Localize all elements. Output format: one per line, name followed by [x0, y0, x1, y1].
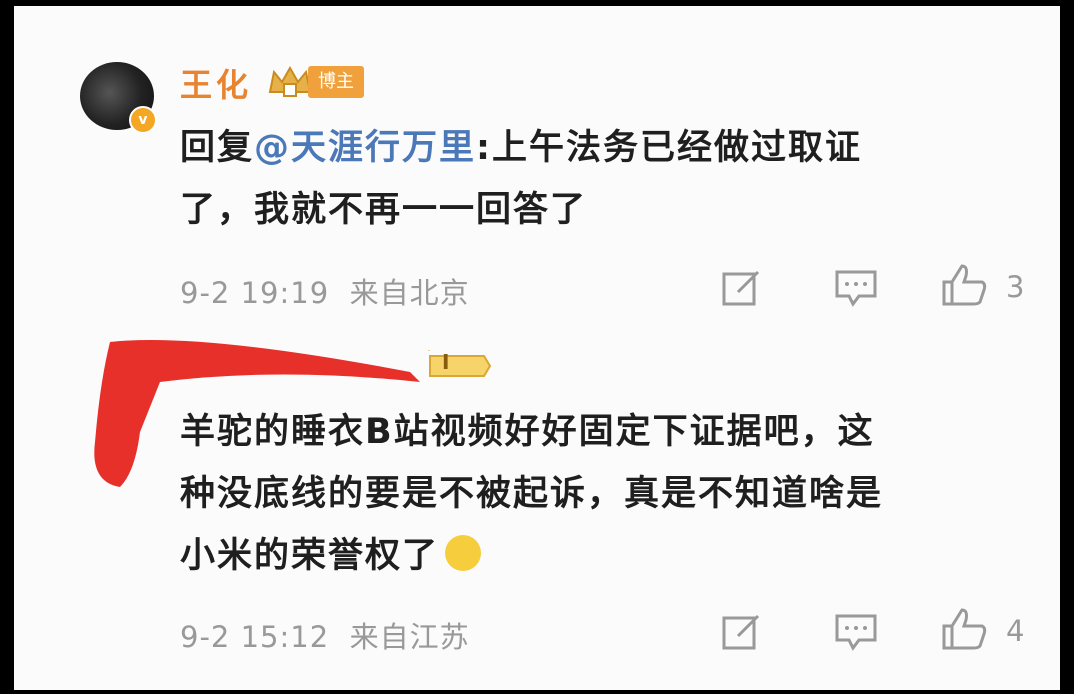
- like-count: 4: [1006, 614, 1025, 648]
- comment-icon[interactable]: [833, 612, 879, 652]
- comment-meta: 9-2 15:12 来自江苏: [180, 614, 470, 656]
- comment-text: :上午法务已经做过取证: [476, 128, 863, 168]
- edit-icon[interactable]: [720, 268, 764, 308]
- comment-text-line: 小米的荣誉权了: [180, 526, 482, 586]
- comment-text-line: 回复@天涯行万里:上午法务已经做过取证: [180, 118, 862, 178]
- timestamp: 9-2 19:19: [180, 276, 330, 310]
- comment-text-line: 了，我就不再一一回答了: [180, 190, 588, 230]
- comment-text-line: 羊驼的睡衣B站视频好好固定下证据吧，这: [180, 412, 875, 452]
- comment-meta: 9-2 19:19 来自北京: [180, 270, 470, 312]
- comment-icon[interactable]: [833, 268, 879, 308]
- reply-prefix: 回复: [180, 128, 255, 168]
- location: 来自江苏: [349, 620, 470, 654]
- like-count: 3: [1006, 270, 1025, 304]
- location: 来自北京: [349, 276, 470, 310]
- mention-link[interactable]: @天涯行万里: [254, 128, 476, 168]
- comment-text: 小米的荣誉权了: [180, 536, 440, 576]
- author-badge: 博主: [308, 66, 364, 98]
- comment-text-line: 种没底线的要是不被起诉，真是不知道啥是: [180, 474, 884, 514]
- edit-icon[interactable]: [720, 612, 764, 652]
- crown-icon: [428, 350, 492, 377]
- timestamp: 9-2 15:12: [180, 620, 330, 654]
- username[interactable]: 王化: [180, 60, 252, 106]
- laugh-cry-emoji-icon: [445, 535, 482, 571]
- verified-v-icon: v: [129, 106, 157, 134]
- top-edge: [0, 0, 1074, 6]
- like-icon[interactable]: [940, 262, 990, 308]
- like-icon[interactable]: [940, 606, 990, 652]
- level-badge: I: [442, 350, 450, 374]
